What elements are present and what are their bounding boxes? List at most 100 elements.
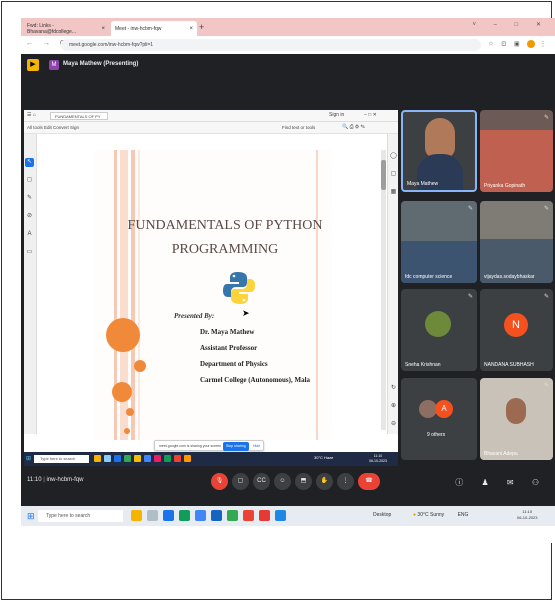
scroll-thumb[interactable] [381,160,386,190]
chat-icon[interactable]: ◯ [389,152,398,161]
sign-in-link[interactable]: Sign in [329,110,344,121]
app-icon[interactable] [147,510,158,521]
slide-stripe [316,150,318,440]
app-icon [154,455,161,462]
system-clock[interactable]: 11:10 06-10-2023 [517,509,537,521]
participant-avatar: A [435,400,453,418]
pdf-tab[interactable]: FUNDAMENTALS OF PY [50,112,108,120]
mic-off-icon: ✎ [543,206,549,212]
mic-off-icon: ✎ [543,294,549,300]
end-call-button[interactable]: ☎ [358,473,380,490]
participant-tile[interactable]: ✎ fdc computer science [401,201,477,283]
app-icon[interactable] [275,510,286,521]
zoom-out-icon[interactable]: ⊖ [389,420,398,429]
browser-tab-meet[interactable]: Meet - inw-hcbm-fqw × [111,21,197,36]
desktop-label[interactable]: Desktop [373,512,391,518]
camera-icon[interactable]: ▢ [232,473,249,490]
pdf-left-tools: ↖ ◻ ✎ ⊘ A ▭ [24,134,37,434]
participant-tile[interactable]: Maya Mathew [401,110,477,192]
language-indicator[interactable]: ENG [458,512,469,518]
pdf-menu-items[interactable]: All tools Edit Convert Sign [24,125,79,130]
toolbar-icons[interactable]: 🔍 ⎙ ⚙ ✎ [342,122,365,133]
app-icon[interactable] [131,510,142,521]
app-icon [144,455,151,462]
side-panel-buttons[interactable]: ⓘ ♟ ✉ ⚇ [455,477,547,488]
url-input[interactable]: meet.google.com/inw-hcbm-fqw?pli=1 [61,39,481,51]
more-options-icon[interactable]: ⋮ [337,473,354,490]
participant-name: 9 others [427,432,446,438]
cursor-tool-icon[interactable]: ↖ [25,158,34,167]
window-controls[interactable]: – □ ✕ [364,110,377,121]
emoji-icon[interactable]: ☺ [274,473,291,490]
app-icon [134,455,141,462]
pdf-menu-bar: All tools Edit Convert Sign Find text or… [24,122,398,134]
hide-button[interactable]: Hide [253,441,260,452]
participant-tile[interactable]: A 9 others [401,378,477,460]
participant-tile[interactable]: ✎ Bhavani Adepu [480,378,553,460]
window-controls[interactable]: ˅ – □ ✕ [473,21,550,28]
find-tools[interactable]: Find text or tools [282,122,315,133]
presenter-department: Department of Physics [200,360,268,368]
stop-sharing-button[interactable]: Stop sharing [223,442,249,451]
slide-title: FUNDAMENTALS OF PYTHON [127,218,323,233]
comment-tool-icon[interactable]: ◻ [25,176,34,185]
meet-logo-icon: ▶ [27,59,39,71]
menu-icon[interactable]: ☰ ⌂ [27,110,36,121]
sun-icon: ● [413,512,417,518]
zoom-in-icon[interactable]: ⊕ [389,402,398,411]
decor-circle [134,360,146,372]
app-icon[interactable] [211,510,222,521]
participant-tile[interactable]: ✎ Priyanka Gopinath [480,110,553,192]
meet-header: ▶ M Maya Mathew (Presenting) [21,55,555,75]
participant-name: Sneha Krishnan [405,362,441,368]
captions-icon[interactable]: CC [253,473,270,490]
new-tab-icon[interactable]: + [199,22,204,32]
shared-taskbar-icons [94,455,191,463]
extensions-area[interactable]: ☆ ⊡ ▣ ⋮ [488,40,549,48]
close-icon[interactable]: × [189,26,193,32]
participant-name: fdc computer science [405,274,453,280]
decor-circle [106,318,140,352]
participant-video [425,118,455,158]
windows-start-icon[interactable]: ⊞ [27,511,35,522]
app-icon [184,455,191,462]
participant-tile[interactable]: ✎ vijaydas.sodaybhaskar [480,201,553,283]
profile-icon[interactable] [527,40,536,48]
tab-title: Meet - inw-hcbm-fqw [115,25,162,32]
share-notice-text: meet.google.com is sharing your screen [159,444,222,448]
rotate-icon[interactable]: ↻ [389,384,398,393]
app-icon [174,455,181,462]
doc-icon[interactable]: ▢ [389,170,398,179]
weather-widget[interactable]: ● 30°C Sunny ENG [413,512,468,518]
pdf-titlebar: ☰ ⌂ FUNDAMENTALS OF PY Sign in – □ ✕ [24,110,398,122]
browser-tab-mail[interactable]: Fwd: Links - Bhavana@fdcollege... × [23,21,109,36]
pen-tool-icon[interactable]: ✎ [25,194,34,203]
shared-search-box: Type here to search [34,455,89,463]
decor-circle [126,408,134,416]
pdf-scrollbar[interactable] [381,150,386,430]
lasso-tool-icon[interactable]: ⊘ [25,212,34,221]
text-tool-icon[interactable]: A [25,230,34,239]
grid-icon[interactable]: ▦ [389,188,398,197]
stamp-tool-icon[interactable]: ▭ [25,248,34,257]
meet-controls-bar: 11:10 | inw-hcbm-fqw 🎙 ▢ CC ☺ ⬒ ✋ ⋮ ☎ ⓘ … [21,466,555,498]
present-icon[interactable]: ⬒ [295,473,312,490]
app-icon[interactable] [163,510,174,521]
close-icon[interactable]: × [101,26,105,32]
participant-tile[interactable]: N ✎ NANDANA SUBHASH [480,289,553,371]
app-icon[interactable] [179,510,190,521]
mic-icon[interactable]: 🎙 [211,473,228,490]
raise-hand-icon[interactable]: ✋ [316,473,333,490]
presenter-college: Carmel College (Autonomous), Mala [200,376,311,384]
mic-off-icon: ✎ [543,115,549,121]
app-icon[interactable] [259,510,270,521]
mic-off-icon: ✎ [467,206,473,212]
windows-taskbar: ⊞ Type here to search Desktop ● 30°C Sun… [21,506,555,526]
participant-tile[interactable]: ✎ Sneha Krishnan [401,289,477,371]
app-icon[interactable] [227,510,238,521]
slide-stripe [138,150,140,440]
search-box[interactable]: Type here to search [38,510,123,522]
app-icon[interactable] [195,510,206,521]
app-icon[interactable] [243,510,254,521]
app-icon [114,455,121,462]
